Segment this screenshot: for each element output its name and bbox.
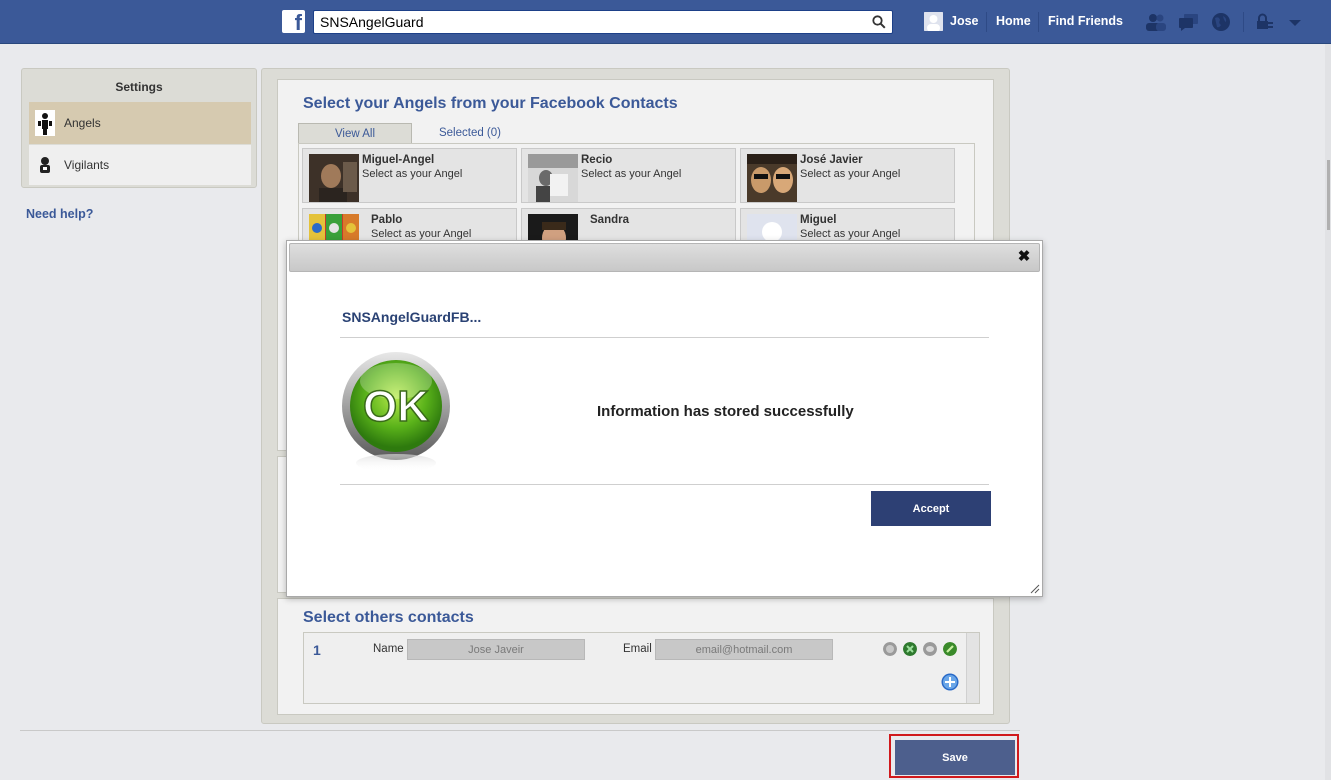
friend-requests-icon[interactable] <box>1145 12 1167 32</box>
others-list-scrollbar[interactable] <box>966 633 979 703</box>
select-angel-link[interactable]: Select as your Angel <box>581 168 681 180</box>
contact-card[interactable]: Miguel Select as your Angel <box>740 208 955 242</box>
page-scrollbar-thumb[interactable] <box>1327 160 1330 230</box>
email-label: Email <box>623 643 652 655</box>
user-avatar[interactable] <box>924 12 943 31</box>
messages-icon[interactable] <box>1178 12 1200 32</box>
nav-divider <box>986 12 987 32</box>
profile-link[interactable]: Jose <box>950 14 979 28</box>
add-contact-icon[interactable] <box>941 673 959 691</box>
contact-card[interactable]: Sandra <box>521 208 736 242</box>
accept-button[interactable]: Accept <box>871 491 991 526</box>
dialog-message: Information has stored successfully <box>597 403 854 420</box>
tab-view-all[interactable]: View All <box>298 123 412 143</box>
svg-text:OK: OK <box>363 382 429 431</box>
privacy-lock-icon[interactable] <box>1254 12 1276 32</box>
contact-name: Miguel-Angel <box>362 154 435 166</box>
sidebar-item-vigilants[interactable]: Vigilants <box>29 145 251 185</box>
top-navigation-bar: f Jose Home Find Friends <box>0 0 1331 44</box>
select-angel-link[interactable]: Select as your Angel <box>371 228 471 240</box>
settings-title: Settings <box>115 80 163 94</box>
facebook-logo-icon[interactable]: f <box>282 10 305 35</box>
dialog-divider <box>340 337 989 338</box>
contact-name: José Javier <box>800 154 863 166</box>
success-dialog: ✖ SNSAngelGuardFB... OK Information has … <box>286 240 1043 597</box>
view-contact-icon[interactable] <box>883 642 897 656</box>
resize-grip-icon[interactable] <box>1028 582 1040 594</box>
contact-name: Recio <box>581 154 613 166</box>
save-button[interactable]: Save <box>895 740 1015 775</box>
select-angel-link[interactable]: Select as your Angel <box>800 228 900 240</box>
contact-card[interactable]: Miguel-Angel Select as your Angel <box>302 148 517 203</box>
edit-contact-icon[interactable] <box>943 642 957 656</box>
sidebar-item-label: Angels <box>64 116 101 130</box>
select-angel-link[interactable]: Select as your Angel <box>800 168 900 180</box>
contact-name: Sandra <box>590 214 629 226</box>
ok-check-icon: OK <box>342 352 450 472</box>
contact-card[interactable]: Recio Select as your Angel <box>521 148 736 203</box>
name-label: Name <box>373 643 404 655</box>
nav-divider <box>1038 12 1039 32</box>
search-input[interactable] <box>314 11 854 33</box>
dialog-titlebar[interactable]: ✖ <box>289 243 1040 272</box>
page-scrollbar[interactable] <box>1325 44 1331 780</box>
dialog-app-name: SNSAngelGuardFB... <box>342 309 482 325</box>
contact-card[interactable]: Pablo Select as your Angel <box>302 208 517 242</box>
search-box <box>313 10 893 34</box>
others-section-title: Select others contacts <box>303 609 474 626</box>
contact-photo <box>309 154 359 202</box>
close-icon[interactable]: ✖ <box>1017 249 1031 264</box>
notifications-globe-icon[interactable] <box>1210 12 1232 32</box>
sidebar-item-label: Vigilants <box>64 158 110 172</box>
email-field[interactable] <box>655 639 833 660</box>
settings-panel: Settings Angels Vigilants <box>21 68 257 188</box>
search-icon[interactable] <box>872 15 886 29</box>
dialog-divider <box>340 484 989 485</box>
contact-name: Miguel <box>800 214 837 226</box>
delete-contact-icon[interactable] <box>903 642 917 656</box>
need-help-link[interactable]: Need help? <box>26 207 93 221</box>
tab-selected[interactable]: Selected (0) <box>420 123 520 143</box>
name-field[interactable] <box>407 639 585 660</box>
contact-photo <box>747 154 797 202</box>
account-dropdown-icon[interactable] <box>1284 12 1306 32</box>
contact-photo <box>528 214 578 242</box>
vigilant-icon <box>33 151 57 179</box>
contact-row-number: 1 <box>313 642 321 658</box>
contact-photo <box>528 154 578 202</box>
contact-name: Pablo <box>371 214 403 226</box>
home-link[interactable]: Home <box>996 14 1031 28</box>
contacts-grid: Miguel-Angel Select as your Angel Recio … <box>298 143 975 243</box>
contact-photo <box>747 214 797 242</box>
contact-photo <box>309 214 359 242</box>
bottom-divider <box>20 730 1020 731</box>
angel-icon <box>33 109 57 137</box>
angels-section-title: Select your Angels from your Facebook Co… <box>303 95 678 112</box>
sidebar-item-angels[interactable]: Angels <box>29 102 251 144</box>
find-friends-link[interactable]: Find Friends <box>1048 14 1123 28</box>
nav-divider <box>1243 12 1244 32</box>
select-angel-link[interactable]: Select as your Angel <box>362 168 462 180</box>
comment-contact-icon[interactable] <box>923 642 937 656</box>
contact-card[interactable]: José Javier Select as your Angel <box>740 148 955 203</box>
